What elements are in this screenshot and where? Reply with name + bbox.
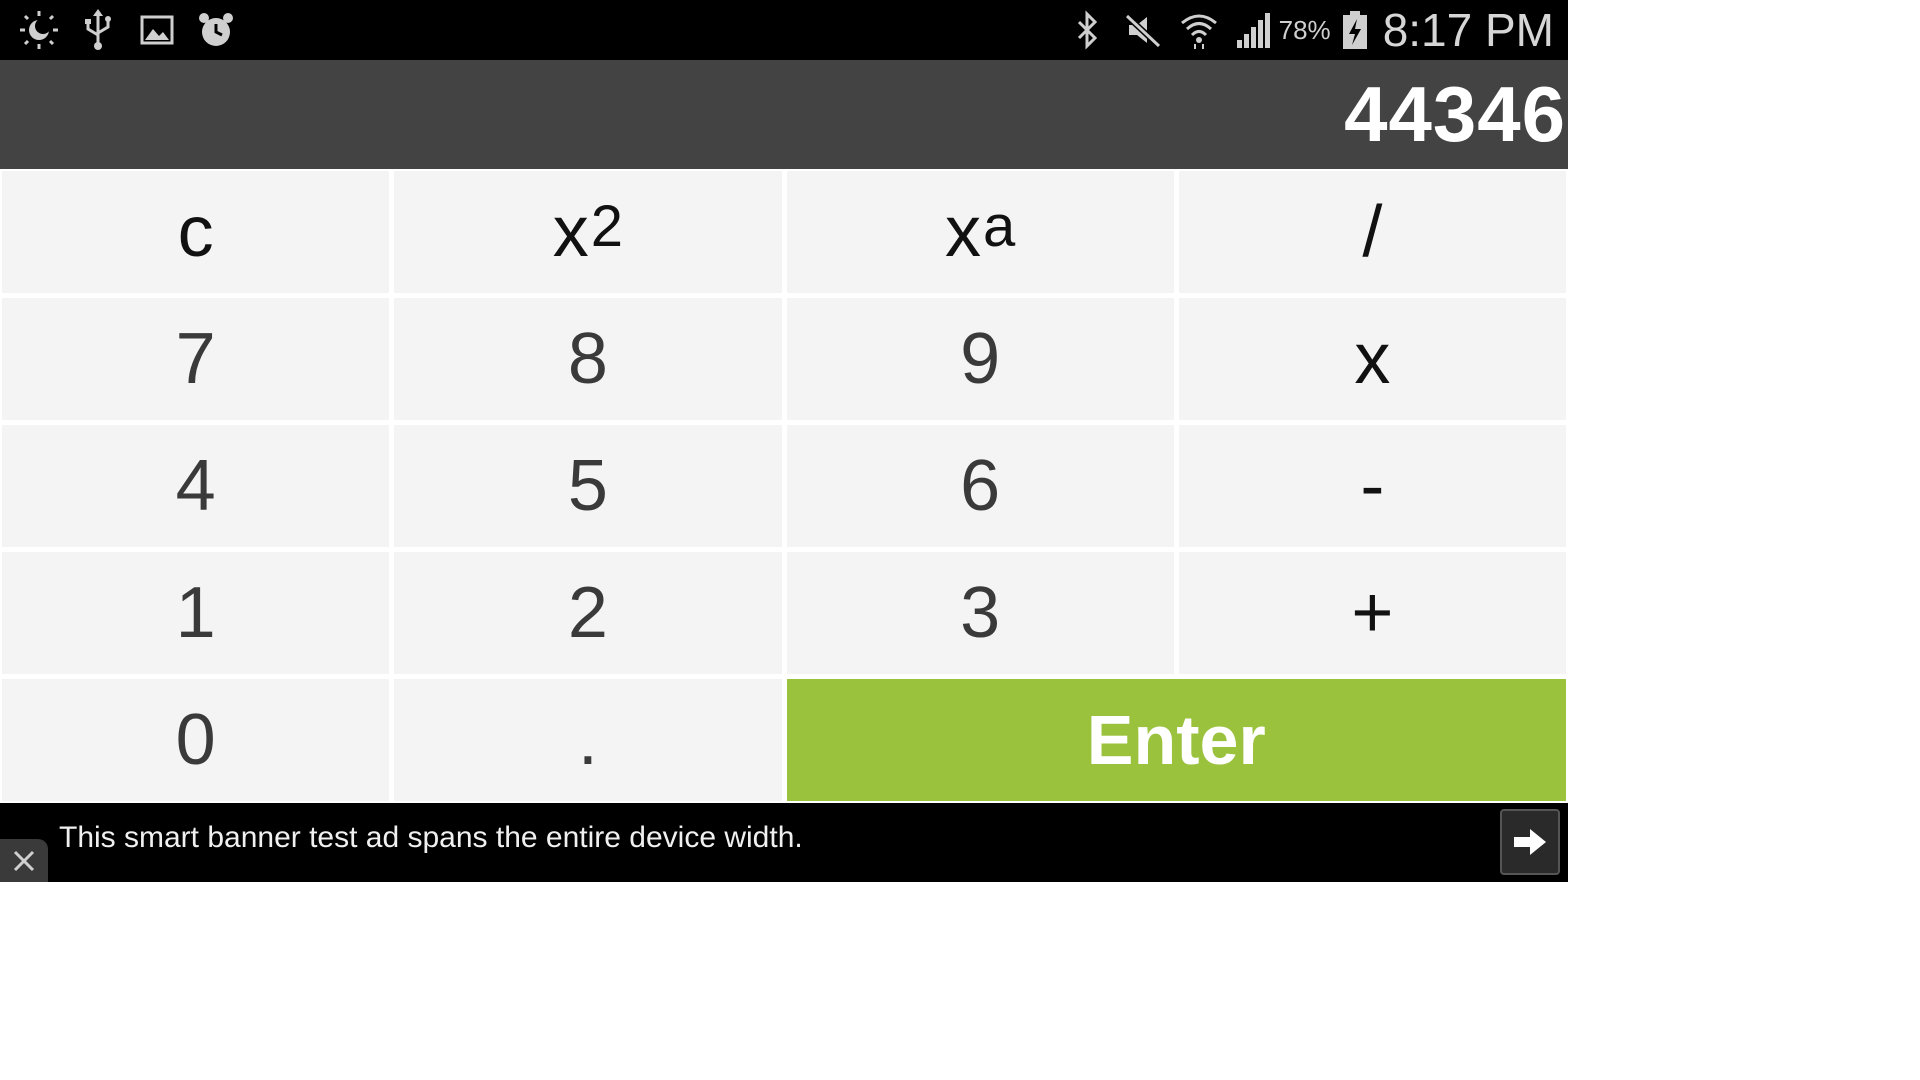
multiply-label: x [1354,319,1391,399]
power-base-label: x [944,192,981,272]
digit-3-label: 3 [960,573,1001,653]
multiply-button[interactable]: x [1178,298,1566,420]
alarm-icon [195,9,237,51]
clock: 8:17 PM [1382,4,1554,56]
wifi-icon [1179,10,1219,50]
decimal-button[interactable]: . [394,679,782,801]
gallery-icon [136,9,178,51]
enter-button[interactable]: Enter [786,679,1566,801]
power-button[interactable]: xa [786,171,1174,293]
digit-5-label: 5 [567,446,608,526]
digit-0-label: 0 [175,700,216,780]
digit-4-button[interactable]: 4 [2,425,390,547]
signal-icon [1235,10,1275,50]
minus-button[interactable]: - [1178,425,1566,547]
digit-5-button[interactable]: 5 [394,425,782,547]
status-right-icons: 78% 8:17 PM [1051,3,1554,57]
clear-label: c [177,192,214,272]
plus-button[interactable]: + [1178,552,1566,674]
arrow-right-icon[interactable] [1500,809,1560,875]
status-bar: 78% 8:17 PM [0,0,1568,60]
square-exp-label: 2 [590,193,623,259]
divide-label: / [1362,192,1383,272]
digit-1-button[interactable]: 1 [2,552,390,674]
divide-button[interactable]: / [1178,171,1566,293]
keypad: c x2 xa / 7 8 9 x 4 5 6 - 1 2 3 + 0 . En… [0,169,1568,803]
digit-8-label: 8 [567,319,608,399]
digit-3-button[interactable]: 3 [786,552,1174,674]
square-button[interactable]: x2 [394,171,782,293]
digit-9-button[interactable]: 9 [786,298,1174,420]
banner-ad[interactable]: This smart banner test ad spans the enti… [0,803,1568,882]
banner-text[interactable]: This smart banner test ad spans the enti… [59,821,803,855]
digit-6-label: 6 [960,446,1001,526]
bluetooth-icon [1067,10,1107,50]
status-left-icons [18,9,254,51]
minus-label: - [1360,446,1385,526]
digit-2-button[interactable]: 2 [394,552,782,674]
plus-label: + [1351,573,1394,653]
mute-icon [1123,10,1163,50]
digit-1-label: 1 [175,573,216,653]
decimal-label: . [577,700,598,780]
power-exp-label: a [982,193,1016,259]
usb-icon [77,9,119,51]
digit-9-label: 9 [960,319,1001,399]
digit-8-button[interactable]: 8 [394,298,782,420]
digit-2-label: 2 [567,573,608,653]
battery-percent: 78% [1278,14,1331,45]
enter-label: Enter [1086,701,1266,779]
close-icon[interactable] [0,839,48,882]
digit-6-button[interactable]: 6 [786,425,1174,547]
clear-button[interactable]: c [2,171,390,293]
digit-7-label: 7 [175,319,216,399]
digit-0-button[interactable]: 0 [2,679,390,801]
brightness-icon [18,9,60,51]
square-base-label: x [552,192,589,272]
digit-4-label: 4 [175,446,216,526]
calculator-display: 44346 [0,60,1568,169]
digit-7-button[interactable]: 7 [2,298,390,420]
battery-charging-icon [1335,10,1375,50]
display-value: 44346 [1344,70,1566,158]
